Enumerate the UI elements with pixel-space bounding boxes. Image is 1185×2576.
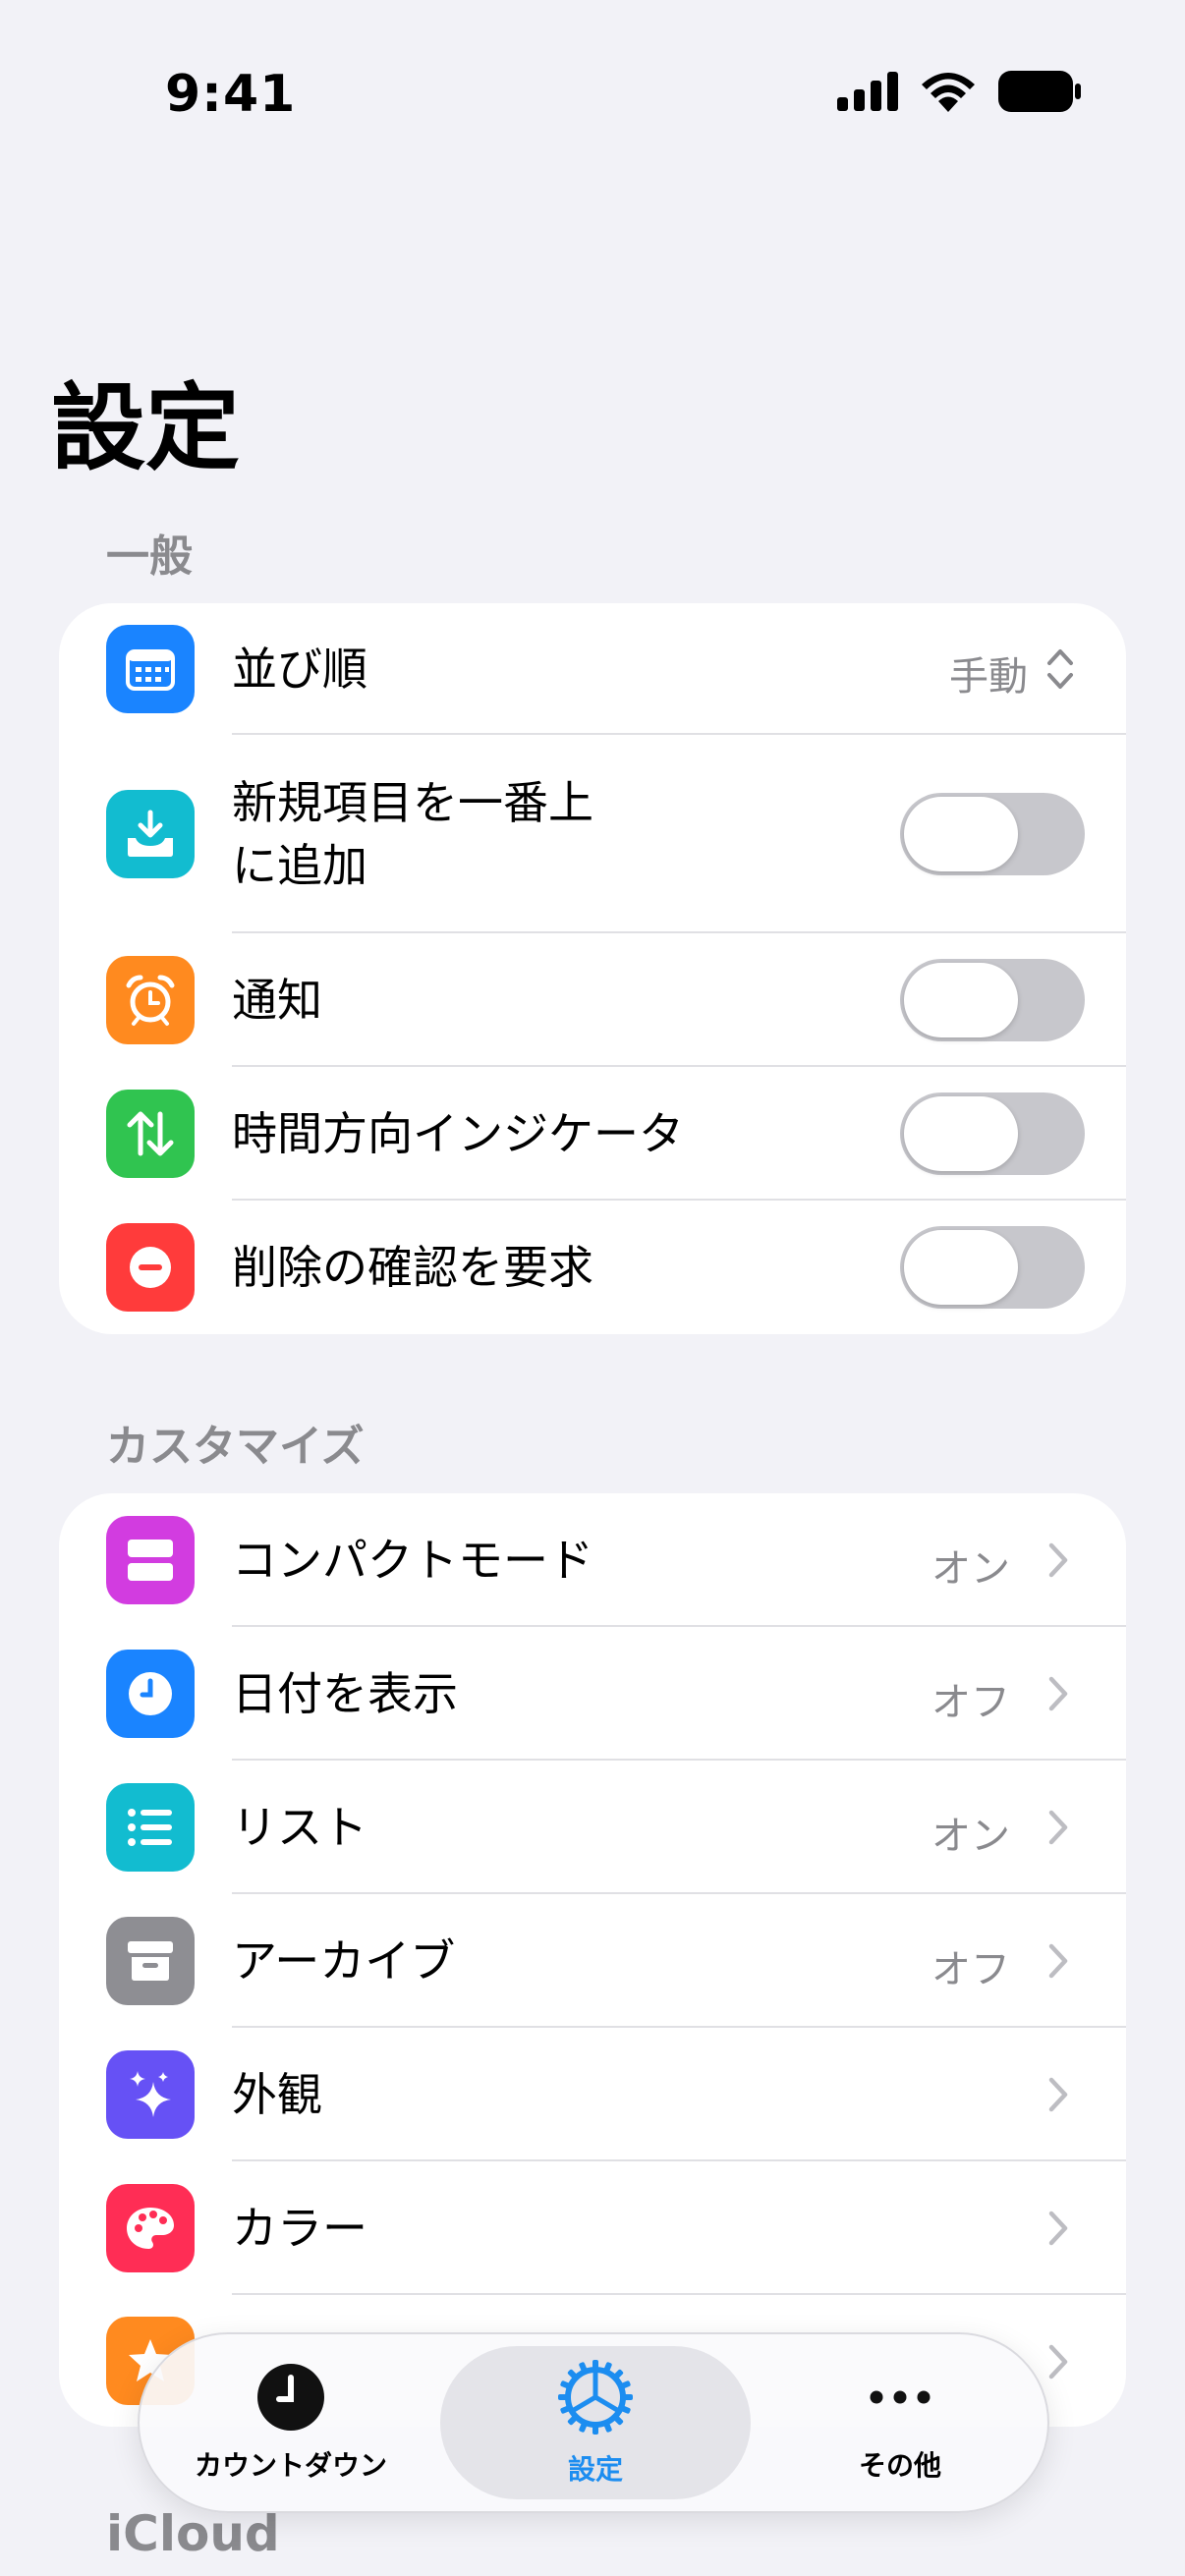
settings-row-compact-mode[interactable]: コンパクトモード オン bbox=[59, 1493, 1126, 1627]
settings-row-sort-order[interactable]: 並び順 手動 bbox=[59, 603, 1126, 735]
confirm-delete-toggle[interactable] bbox=[900, 1226, 1085, 1309]
archive-box-icon bbox=[106, 1917, 195, 2005]
wifi-icon bbox=[922, 73, 975, 112]
add-new-on-top-label: 新規項目を一番上 に追加 bbox=[232, 771, 593, 897]
tab-settings-label: 設定 bbox=[567, 2453, 623, 2486]
appearance-label: 外観 bbox=[232, 2068, 322, 2121]
tray-download-icon bbox=[106, 790, 195, 878]
archive-label: アーカイブ bbox=[232, 1934, 456, 1988]
compact-mode-value: オン bbox=[931, 1546, 1010, 1592]
stacked-rectangles-icon bbox=[106, 1516, 195, 1604]
toggle-knob bbox=[904, 1096, 1018, 1171]
gear-icon bbox=[558, 2360, 633, 2435]
list-label: リスト bbox=[232, 1801, 367, 1854]
tab-countdown-label: カウントダウン bbox=[194, 2449, 387, 2482]
add-new-on-top-label-line1: 新規項目を一番上 bbox=[232, 776, 593, 829]
section-header-customize: カスタマイズ bbox=[106, 1422, 365, 1472]
settings-row-color[interactable]: カラー bbox=[59, 2161, 1126, 2295]
chevron-right-icon bbox=[1048, 2211, 1068, 2246]
settings-row-add-new-on-top: 新規項目を一番上 に追加 bbox=[59, 735, 1126, 933]
general-settings-card: 並び順 手動 新規項目を一番上 に追加 通知 時間方向インジケータ 削除の確認を… bbox=[59, 603, 1126, 1334]
toggle-knob bbox=[904, 963, 1018, 1037]
section-header-general: 一般 bbox=[106, 532, 193, 582]
sparkles-icon bbox=[106, 2050, 195, 2139]
chevron-right-icon bbox=[1048, 2077, 1068, 2112]
tab-settings[interactable]: 設定 bbox=[440, 2334, 751, 2511]
list-bullet-icon bbox=[106, 1783, 195, 1872]
settings-row-archive[interactable]: アーカイブ オフ bbox=[59, 1894, 1126, 2028]
clock-icon bbox=[257, 2364, 324, 2431]
minus-circle-icon bbox=[106, 1223, 195, 1312]
calendar-icon bbox=[106, 625, 195, 713]
chevron-right-icon bbox=[1048, 1943, 1068, 1979]
list-value: オン bbox=[931, 1814, 1010, 1859]
palette-icon bbox=[106, 2184, 195, 2272]
settings-row-appearance[interactable]: 外観 bbox=[59, 2028, 1126, 2161]
ellipsis-icon bbox=[870, 2390, 931, 2404]
settings-row-notifications: 通知 bbox=[59, 933, 1126, 1067]
notifications-label: 通知 bbox=[232, 974, 322, 1027]
chevron-right-icon bbox=[1048, 1676, 1068, 1711]
settings-row-confirm-delete: 削除の確認を要求 bbox=[59, 1201, 1126, 1334]
cellular-signal-icon bbox=[837, 72, 898, 111]
compact-mode-label: コンパクトモード bbox=[232, 1534, 593, 1587]
status-time: 9:41 bbox=[165, 65, 297, 124]
confirm-delete-label: 削除の確認を要求 bbox=[232, 1241, 593, 1294]
chevron-right-icon bbox=[1048, 2344, 1068, 2380]
chevron-right-icon bbox=[1048, 1810, 1068, 1845]
sort-order-label: 並び順 bbox=[232, 643, 367, 696]
archive-value: オフ bbox=[931, 1947, 1010, 1992]
alarm-clock-icon bbox=[106, 956, 195, 1044]
tab-countdown[interactable]: カウントダウン bbox=[179, 2334, 403, 2511]
arrows-up-down-icon bbox=[106, 1090, 195, 1178]
show-date-value: オフ bbox=[931, 1680, 1010, 1725]
time-direction-toggle[interactable] bbox=[900, 1092, 1085, 1175]
show-date-label: 日付を表示 bbox=[232, 1667, 458, 1720]
status-bar: 9:41 bbox=[0, 0, 1185, 187]
settings-row-show-date[interactable]: 日付を表示 オフ bbox=[59, 1627, 1126, 1761]
toggle-knob bbox=[904, 797, 1018, 871]
add-new-on-top-toggle[interactable] bbox=[900, 793, 1085, 875]
customize-settings-card: コンパクトモード オン 日付を表示 オフ リスト オン アーカイブ オフ 外観 … bbox=[59, 1493, 1126, 2427]
notifications-toggle[interactable] bbox=[900, 959, 1085, 1041]
clock-icon bbox=[106, 1650, 195, 1738]
section-header-icloud: iCloud bbox=[106, 2505, 280, 2562]
chevron-right-icon bbox=[1048, 1542, 1068, 1578]
tab-bar: カウントダウン 設定 その他 bbox=[138, 2332, 1049, 2513]
add-new-on-top-label-line2: に追加 bbox=[232, 839, 367, 892]
tab-more-label: その他 bbox=[858, 2449, 941, 2482]
settings-row-time-direction: 時間方向インジケータ bbox=[59, 1067, 1126, 1201]
sort-order-value: 手動 bbox=[949, 654, 1028, 700]
color-label: カラー bbox=[232, 2202, 367, 2255]
battery-icon bbox=[998, 71, 1081, 112]
status-icons bbox=[837, 71, 1081, 112]
time-direction-label: 時間方向インジケータ bbox=[232, 1107, 684, 1160]
page-title: 設定 bbox=[51, 373, 240, 483]
tab-more[interactable]: その他 bbox=[788, 2334, 1012, 2511]
settings-row-list[interactable]: リスト オン bbox=[59, 1761, 1126, 1894]
toggle-knob bbox=[904, 1230, 1018, 1305]
chevron-up-down-icon bbox=[1047, 649, 1073, 689]
